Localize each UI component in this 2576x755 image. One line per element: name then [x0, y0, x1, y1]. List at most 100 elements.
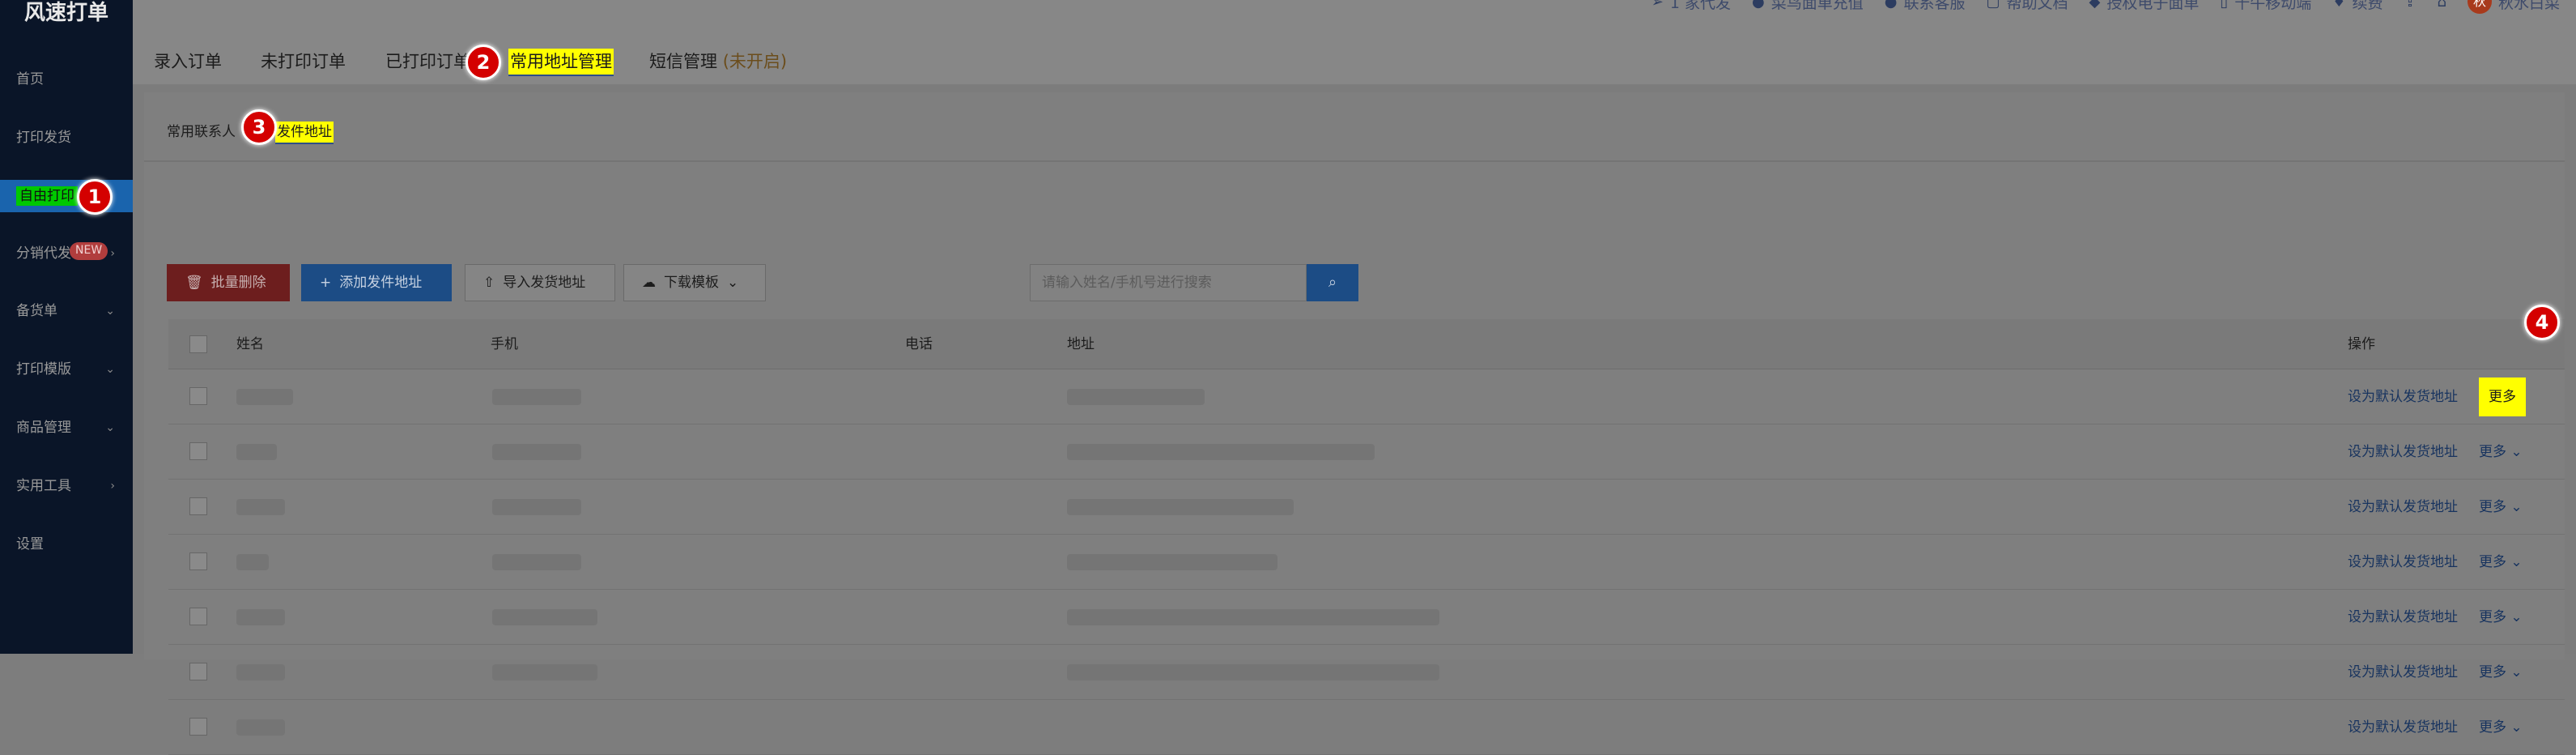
upload-icon: ⇧: [483, 275, 495, 291]
redacted-mobile: [492, 554, 581, 570]
row-checkbox[interactable]: [189, 497, 207, 515]
plus-icon: +: [320, 275, 332, 291]
step-marker-1: 1: [77, 179, 113, 215]
redacted-name: [236, 719, 285, 736]
more-dropdown[interactable]: 更多: [2479, 369, 2526, 424]
user-name: 秋水白菜: [2497, 0, 2560, 12]
cloud-download-icon: ☁: [642, 275, 656, 291]
export-button[interactable]: ⇪: [2404, 0, 2416, 11]
set-default-link[interactable]: 设为默认发货地址: [2348, 535, 2458, 590]
header-links: ➢ 1 家代发 ● 菜鸟面单充值 ● 联系客服 ▢ 帮助文档 ◆ 授权电子面单 ▯ 千牛移动…: [1651, 0, 2560, 14]
home-button[interactable]: ⌂: [2438, 0, 2446, 11]
user-menu[interactable]: 秋 秋水白菜: [2467, 0, 2560, 14]
chevron-down-icon: ⌄: [2510, 664, 2523, 680]
table-row: 设为默认发货地址 更多 ⌄: [168, 424, 2565, 480]
redacted-mobile: [492, 609, 597, 625]
column-header-address: 地址: [1067, 336, 1095, 352]
sidebar-item-print-template[interactable]: 打印模版 ⌄: [0, 353, 133, 386]
header-link-renew[interactable]: ♦ 续费: [2332, 0, 2383, 13]
header-link-help[interactable]: ▢ 帮助文档: [1986, 0, 2068, 13]
sidebar-item-distribution[interactable]: 分销代发 NEW ›: [0, 237, 133, 270]
sidebar-item-label: 实用工具: [16, 478, 71, 494]
redacted-address: [1067, 499, 1294, 515]
tab-address-management[interactable]: 常用地址管理: [508, 47, 614, 76]
sidebar-item-products[interactable]: 商品管理 ⌄: [0, 412, 133, 444]
row-checkbox[interactable]: [189, 663, 207, 680]
tab-sms-management[interactable]: 短信管理 (未开启): [649, 47, 787, 76]
chevron-down-icon: ⌄: [105, 421, 115, 434]
shield-icon: ◆: [2089, 0, 2101, 11]
import-address-button[interactable]: ⇧ 导入发货地址: [465, 264, 615, 301]
set-default-link[interactable]: 设为默认发货地址: [2348, 369, 2458, 424]
add-address-button[interactable]: + 添加发件地址: [301, 264, 452, 301]
column-header-actions: 操作: [2348, 336, 2375, 352]
chevron-down-icon: ⌄: [105, 305, 115, 318]
sidebar-item-free-print[interactable]: 自由打印: [0, 180, 133, 212]
set-default-link[interactable]: 设为默认发货地址: [2348, 480, 2458, 535]
redacted-mobile: [492, 444, 581, 460]
search-button[interactable]: ⌕: [1307, 264, 1358, 301]
mobile-icon: ▯: [2220, 0, 2229, 11]
more-dropdown[interactable]: 更多 ⌄: [2479, 645, 2523, 700]
select-all-checkbox[interactable]: [189, 335, 207, 353]
new-badge: NEW: [70, 242, 108, 260]
redacted-mobile: [492, 499, 581, 515]
row-checkbox[interactable]: [189, 552, 207, 570]
table-row: 设为默认发货地址 更多 ⌄: [168, 700, 2565, 755]
chevron-down-icon: ⌄: [2510, 499, 2523, 515]
header-link-mobile[interactable]: ▯ 千牛移动端: [2220, 0, 2311, 13]
sidebar-item-settings[interactable]: 设置: [0, 528, 133, 561]
header-link-support[interactable]: ● 联系客服: [1885, 0, 1966, 13]
more-dropdown[interactable]: 更多 ⌄: [2479, 480, 2523, 535]
row-checkbox[interactable]: [189, 608, 207, 625]
sidebar-item-stock-list[interactable]: 备货单 ⌄: [0, 295, 133, 327]
set-default-link[interactable]: 设为默认发货地址: [2348, 700, 2458, 755]
header-link-recharge[interactable]: ● 菜鸟面单充值: [1752, 0, 1864, 13]
header-link-authorize[interactable]: ◆ 授权电子面单: [2089, 0, 2200, 13]
sidebar-item-print-ship[interactable]: 打印发货: [0, 122, 133, 154]
redacted-address: [1067, 444, 1375, 460]
row-checkbox[interactable]: [189, 387, 207, 405]
search-input[interactable]: 请输入姓名/手机号进行搜索: [1030, 264, 1307, 301]
more-dropdown[interactable]: 更多 ⌄: [2479, 590, 2523, 645]
set-default-link[interactable]: 设为默认发货地址: [2348, 645, 2458, 700]
set-default-link[interactable]: 设为默认发货地址: [2348, 424, 2458, 480]
download-template-button[interactable]: ☁ 下载模板 ⌄: [623, 264, 766, 301]
chevron-down-icon: ⌄: [105, 363, 115, 376]
sidebar-item-home[interactable]: 首页: [0, 63, 133, 96]
sidebar-item-label: 打印发货: [16, 130, 71, 146]
export-icon: ⇪: [2404, 0, 2417, 11]
chevron-down-icon: ⌄: [2510, 444, 2523, 460]
more-dropdown[interactable]: 更多 ⌄: [2479, 700, 2523, 755]
redacted-name: [236, 609, 285, 625]
tab-enter-order[interactable]: 录入订单: [154, 47, 222, 76]
tab-unprinted-orders[interactable]: 未打印订单: [261, 47, 346, 76]
tab-status: (未开启): [722, 52, 788, 71]
redacted-mobile: [492, 389, 581, 405]
table-header: 姓名 手机 电话 地址 操作: [168, 319, 2565, 369]
document-icon: ▢: [1986, 0, 2000, 11]
tab-printed-orders[interactable]: 已打印订单: [385, 47, 470, 76]
row-checkbox[interactable]: [189, 718, 207, 736]
sidebar-item-tools[interactable]: 实用工具 ›: [0, 470, 133, 502]
home-icon: ⌂: [2437, 0, 2446, 11]
step-marker-3: 3: [241, 109, 277, 145]
more-dropdown[interactable]: 更多 ⌄: [2479, 424, 2523, 480]
step-marker-2: 2: [465, 45, 501, 80]
subtab-sender-address[interactable]: 发件地址: [275, 120, 334, 144]
diamond-icon: ♦: [2332, 0, 2346, 11]
address-panel: 常用联系人 发件地址 🗑 批量删除 + 添加发件地址 ⇧ 导入发货地址 ☁ 下载模板 ⌄ …: [144, 92, 2565, 755]
redacted-name: [236, 389, 293, 405]
header-link-delivery[interactable]: ➢ 1 家代发: [1651, 0, 1731, 13]
batch-delete-button[interactable]: 🗑 批量删除: [167, 264, 290, 301]
more-dropdown[interactable]: 更多 ⌄: [2479, 535, 2523, 590]
chevron-down-icon: ⌄: [2510, 719, 2523, 736]
app-logo: 风速打单: [23, 1, 108, 25]
set-default-link[interactable]: 设为默认发货地址: [2348, 590, 2458, 645]
sidebar: 风速打单 首页 打印发货 自由打印 分销代发 NEW › 备货单 ⌄ 打印模版 …: [0, 0, 133, 654]
send-icon: ➢: [1651, 0, 1664, 11]
subtab-contacts[interactable]: 常用联系人: [167, 120, 236, 144]
chevron-down-icon: ⌄: [2510, 554, 2523, 570]
redacted-name: [236, 664, 285, 680]
row-checkbox[interactable]: [189, 442, 207, 460]
